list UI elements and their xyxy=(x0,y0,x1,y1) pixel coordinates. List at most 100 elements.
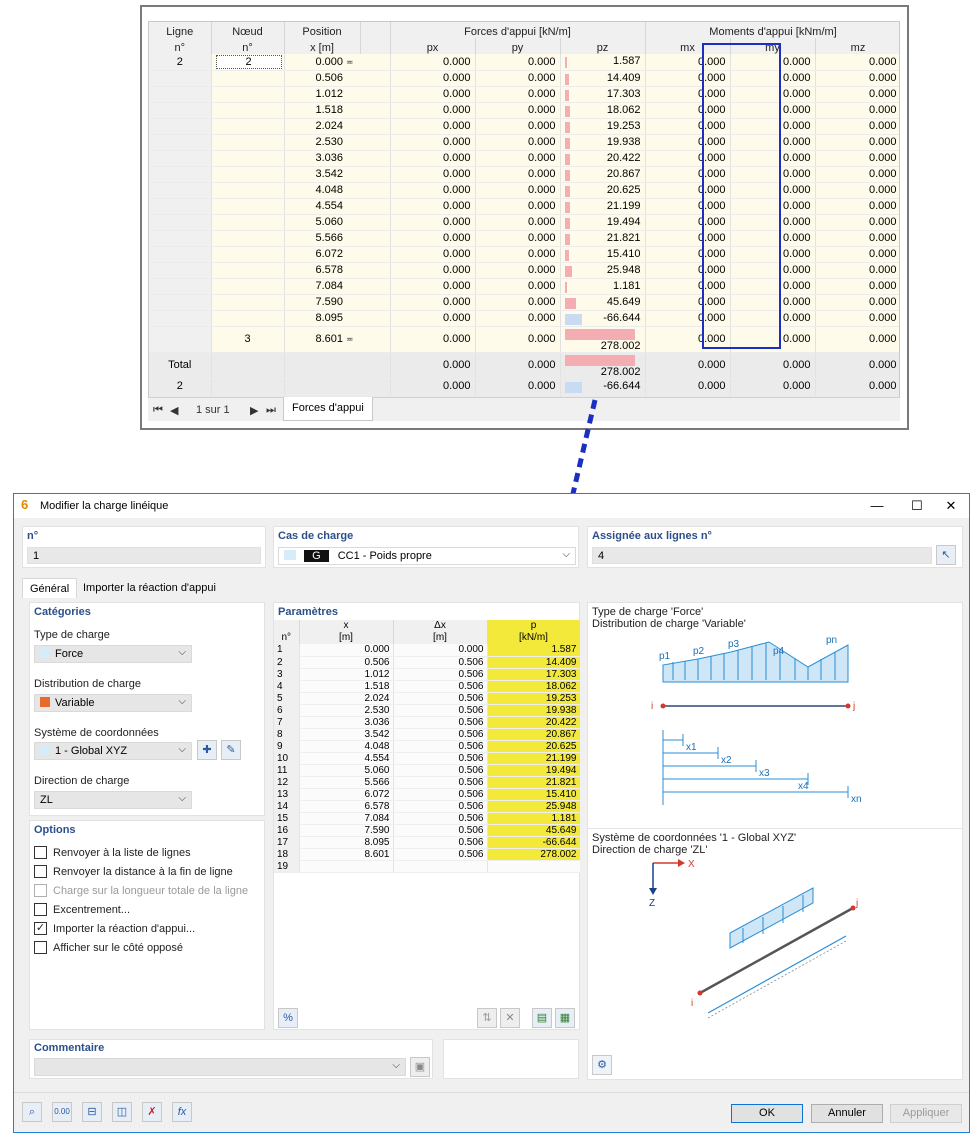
assigned-lines-field[interactable]: 4 xyxy=(592,547,932,564)
param-dx[interactable]: 0.506 xyxy=(458,669,483,680)
param-x[interactable]: 5.060 xyxy=(364,765,389,776)
direction-select[interactable]: ZL ⌵ xyxy=(34,791,192,809)
new-coord-system-icon[interactable]: ✚ xyxy=(197,740,217,760)
checkbox-unchecked[interactable] xyxy=(34,902,47,916)
col-header-position[interactable]: Position xyxy=(284,22,361,38)
param-p[interactable]: 17.303 xyxy=(546,669,577,680)
option-import-reaction[interactable]: ✓ Importer la réaction d'appui... xyxy=(34,921,195,935)
table-row[interactable]: 3.036 0.000 0.000 20.422 0.000 0.000 0.000 xyxy=(149,150,899,167)
table-row[interactable]: 8.095 0.000 0.000 -66.644 0.000 0.000 0.000 xyxy=(149,310,899,327)
param-x[interactable]: 4.048 xyxy=(364,741,389,752)
pick-lines-icon[interactable]: ↖ xyxy=(936,545,956,565)
param-x[interactable]: 6.072 xyxy=(364,789,389,800)
param-row[interactable]: 14 6.578 0.506 25.948 xyxy=(274,800,580,813)
param-x[interactable]: 2.024 xyxy=(364,693,389,704)
coord-system-select[interactable]: 1 - Global XYZ ⌵ xyxy=(34,742,192,760)
param-dx[interactable]: 0.506 xyxy=(458,777,483,788)
comment-edit-icon[interactable]: ▣ xyxy=(410,1057,430,1077)
param-row[interactable]: 7 3.036 0.506 20.422 xyxy=(274,716,580,729)
param-x[interactable]: 7.590 xyxy=(364,825,389,836)
apply-button[interactable]: Appliquer xyxy=(890,1104,962,1123)
prev-page-icon[interactable]: ◀ xyxy=(170,404,178,417)
number-field[interactable]: 1 xyxy=(27,547,261,564)
checkbox-unchecked[interactable] xyxy=(34,940,47,954)
param-p[interactable]: 45.649 xyxy=(546,825,577,836)
param-header-x[interactable]: x xyxy=(299,620,394,632)
param-row[interactable]: 16 7.590 0.506 45.649 xyxy=(274,824,580,837)
param-dx[interactable]: 0.506 xyxy=(458,801,483,812)
percent-button[interactable]: % xyxy=(278,1008,298,1028)
param-row[interactable]: 1 0.000 0.000 1.587 xyxy=(274,644,580,657)
param-p[interactable]: 278.002 xyxy=(540,849,576,860)
param-dx[interactable]: 0.506 xyxy=(458,765,483,776)
param-x[interactable]: 7.084 xyxy=(364,813,389,824)
param-row[interactable]: 8 3.542 0.506 20.867 xyxy=(274,728,580,741)
param-dx[interactable]: 0.506 xyxy=(458,813,483,824)
param-row[interactable]: 11 5.060 0.506 19.494 xyxy=(274,764,580,777)
distribution-select[interactable]: Variable ⌵ xyxy=(34,694,192,712)
param-x[interactable]: 8.095 xyxy=(364,837,389,848)
table-row[interactable]: 4.048 0.000 0.000 20.625 0.000 0.000 0.000 xyxy=(149,182,899,199)
first-page-icon[interactable]: ⏮ xyxy=(153,404,163,417)
param-row[interactable]: 13 6.072 0.506 15.410 xyxy=(274,788,580,801)
checkbox-checked[interactable]: ✓ xyxy=(34,921,47,935)
param-x[interactable]: 0.000 xyxy=(364,644,389,655)
option-refer-line-list[interactable]: Renvoyer à la liste de lignes xyxy=(34,845,191,859)
param-dx[interactable]: 0.506 xyxy=(458,657,483,668)
option-opposite-side[interactable]: Afficher sur le côté opposé xyxy=(34,940,183,954)
param-dx[interactable]: 0.506 xyxy=(458,825,483,836)
param-x[interactable]: 4.554 xyxy=(364,753,389,764)
col-header-px[interactable]: px xyxy=(390,38,476,54)
param-row[interactable]: 2 0.506 0.506 14.409 xyxy=(274,656,580,669)
col-header-node[interactable]: Nœud xyxy=(211,22,285,38)
node-cell-selected[interactable]: 2 xyxy=(215,54,282,69)
param-x[interactable]: 5.566 xyxy=(364,777,389,788)
table-row[interactable]: 6.578 0.000 0.000 25.948 0.000 0.000 0.000 xyxy=(149,262,899,279)
param-p[interactable]: -66.644 xyxy=(543,837,577,848)
param-p[interactable]: 21.821 xyxy=(546,777,577,788)
option-eccentricity[interactable]: Excentrement... xyxy=(34,902,130,916)
param-p[interactable]: 1.587 xyxy=(551,644,576,655)
param-p[interactable]: 19.938 xyxy=(546,705,577,716)
param-dx[interactable]: 0.506 xyxy=(458,789,483,800)
col-header-line[interactable]: Ligne xyxy=(149,22,212,38)
param-p[interactable]: 25.948 xyxy=(546,801,577,812)
param-x[interactable]: 8.601 xyxy=(364,849,389,860)
param-row[interactable]: 10 4.554 0.506 21.199 xyxy=(274,752,580,765)
param-x[interactable]: 1.518 xyxy=(364,681,389,692)
tab-general[interactable]: Général xyxy=(22,578,78,598)
table-row[interactable]: 1.518 0.000 0.000 18.062 0.000 0.000 0.000 xyxy=(149,102,899,119)
table-row[interactable]: 2.024 0.000 0.000 19.253 0.000 0.000 0.000 xyxy=(149,118,899,135)
comment-select[interactable]: ⌵ xyxy=(34,1058,406,1076)
param-x[interactable]: 3.542 xyxy=(364,729,389,740)
next-page-icon[interactable]: ▶ xyxy=(250,404,258,417)
param-p[interactable]: 21.199 xyxy=(546,753,577,764)
param-dx[interactable]: 0.506 xyxy=(458,705,483,716)
param-x[interactable]: 0.506 xyxy=(364,657,389,668)
param-p[interactable]: 19.494 xyxy=(546,765,577,776)
table-row[interactable]: 3.542 0.000 0.000 20.867 0.000 0.000 0.000 xyxy=(149,166,899,183)
table-row[interactable]: 1.012 0.000 0.000 17.303 0.000 0.000 0.000 xyxy=(149,86,899,103)
param-x[interactable]: 3.036 xyxy=(364,717,389,728)
loadcase-select[interactable]: G CC1 - Poids propre ⌵ xyxy=(278,547,576,565)
checkbox-unchecked[interactable] xyxy=(34,864,47,878)
table-row[interactable]: 7.590 0.000 0.000 45.649 0.000 0.000 0.000 xyxy=(149,294,899,311)
filter-icon[interactable]: ⊟ xyxy=(82,1102,102,1122)
param-dx[interactable]: 0.506 xyxy=(458,837,483,848)
table-row[interactable]: 3 8.601 ≖ 0.000 0.000 278.002 0.000 0.000 0.000 xyxy=(149,326,899,353)
cancel-button[interactable]: Annuler xyxy=(811,1104,883,1123)
search-icon[interactable]: ⌕ xyxy=(22,1102,42,1122)
param-row[interactable]: 9 4.048 0.506 20.625 xyxy=(274,740,580,753)
formula-icon[interactable]: fx xyxy=(172,1102,192,1122)
sheet-tab-support-forces[interactable]: Forces d'appui xyxy=(283,397,373,421)
load-type-select[interactable]: Force ⌵ xyxy=(34,645,192,663)
table-row[interactable]: 2 2 0.000 ≖ 0.000 0.000 1.587 0.000 0.000 0.000 xyxy=(149,54,899,71)
param-x[interactable]: 1.012 xyxy=(364,669,389,680)
param-row[interactable]: 6 2.530 0.506 19.938 xyxy=(274,704,580,717)
param-p[interactable]: 19.253 xyxy=(546,693,577,704)
table-row[interactable]: 5.060 0.000 0.000 19.494 0.000 0.000 0.000 xyxy=(149,214,899,231)
edit-coord-system-icon[interactable]: ✎ xyxy=(221,740,241,760)
param-dx[interactable]: 0.506 xyxy=(458,681,483,692)
param-p[interactable]: 20.867 xyxy=(546,729,577,740)
maximize-icon[interactable]: ☐ xyxy=(907,497,927,515)
